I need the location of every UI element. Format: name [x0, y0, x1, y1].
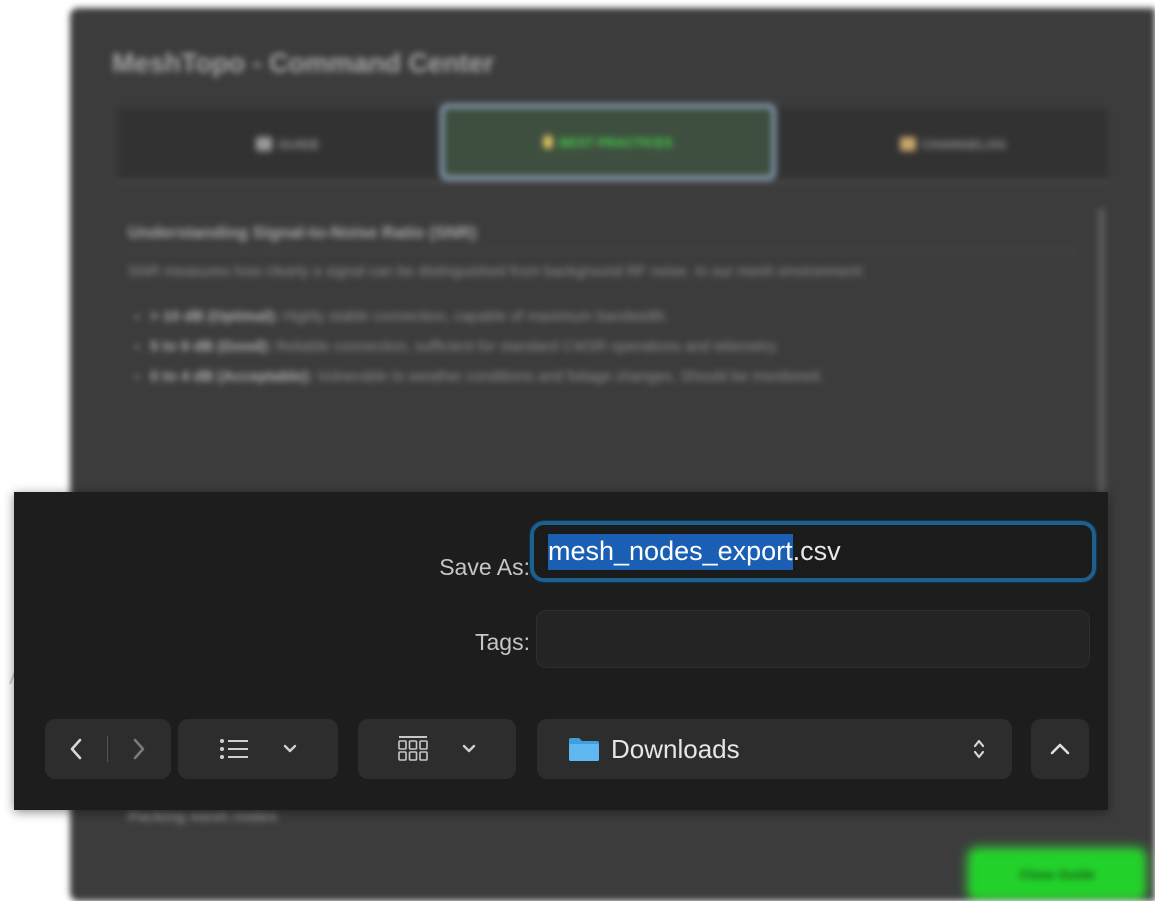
close-guide-button[interactable]: Close Guide [972, 852, 1142, 896]
list-item-term: > 10 dB (Optimal): [150, 308, 279, 325]
list-item-term: 5 to 9 dB (Good): [150, 338, 272, 355]
list-item-term: 0 to 4 dB (Acceptable): [150, 368, 313, 385]
folder-icon [569, 738, 599, 761]
section-title: Understanding Signal-to-Noise Ratio (SNR… [128, 223, 1078, 252]
tab-best-practices[interactable]: BEST PRACTICES [440, 104, 776, 180]
list-item: 0 to 4 dB (Acceptable): Vulnerable to we… [150, 362, 1078, 392]
filename-selected-text: mesh_nodes_export [548, 533, 793, 570]
guide-content: Understanding Signal-to-Noise Ratio (SNR… [128, 213, 1078, 392]
chevron-left-icon [70, 738, 82, 760]
tab-bar: GUIDE BEST PRACTICES CHANGELOG [118, 104, 1108, 182]
chevron-down-icon [283, 744, 297, 753]
app-title: MeshTopo - Command Center [112, 48, 495, 78]
navigation-buttons [45, 719, 171, 779]
filename-extension: .csv [792, 536, 841, 566]
tab-changelog-label: CHANGELOG [921, 136, 1007, 152]
forward-button[interactable] [108, 719, 170, 779]
expand-dialog-button[interactable] [1031, 719, 1089, 779]
list-icon [220, 739, 248, 759]
up-down-stepper-icon [973, 739, 985, 759]
list-item-text: Vulnerable to weather conditions and fol… [312, 368, 824, 385]
tab-best-practices-label: BEST PRACTICES [559, 134, 673, 150]
location-select[interactable]: Downloads [537, 719, 1012, 779]
back-button[interactable] [45, 719, 107, 779]
chevron-right-icon [133, 738, 145, 760]
tab-guide-label: GUIDE [278, 136, 320, 152]
grid-view-button[interactable] [358, 719, 516, 779]
list-item: 5 to 9 dB (Good): Reliable connection, s… [150, 332, 1078, 362]
lightbulb-icon [543, 135, 554, 149]
book-icon [256, 137, 273, 151]
screen: MeshTopo - Command Center GUIDE BEST PRA… [0, 0, 1155, 901]
section-footer-text: Packing mesh nodes [128, 808, 278, 825]
section-paragraph: SNR measures how clearly a signal can be… [128, 263, 866, 280]
chevron-down-icon [462, 744, 476, 753]
filename-input[interactable]: mesh_nodes_export .csv [529, 520, 1097, 583]
list-item-text: Reliable connection, sufficient for stan… [271, 338, 779, 355]
clipboard-icon [899, 137, 916, 151]
list-view-button[interactable] [178, 719, 338, 779]
snr-list: > 10 dB (Optimal): Highly stable connect… [128, 302, 1078, 392]
save-as-label: Save As: [439, 554, 530, 580]
chevron-up-icon [1050, 743, 1070, 755]
tags-input[interactable] [536, 610, 1090, 668]
tab-guide[interactable]: GUIDE [158, 108, 418, 180]
list-item-text: Highly stable connection, capable of max… [278, 308, 669, 325]
location-label: Downloads [611, 733, 740, 764]
tags-label: Tags: [475, 629, 530, 655]
grid-icon [398, 736, 428, 761]
list-item: > 10 dB (Optimal): Highly stable connect… [150, 302, 1078, 332]
save-dialog: Save As: mesh_nodes_export .csv Tags: Do… [14, 492, 1108, 810]
tab-changelog[interactable]: CHANGELOG [808, 108, 1098, 180]
